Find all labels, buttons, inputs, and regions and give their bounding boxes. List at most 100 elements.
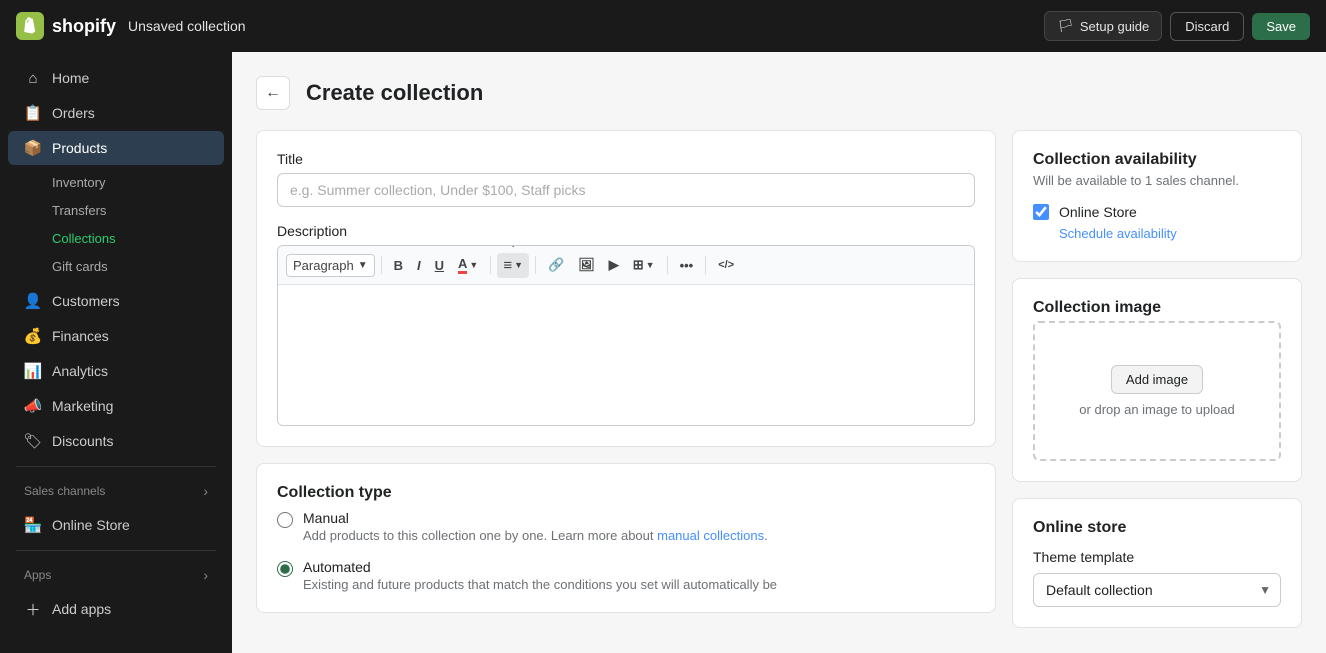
theme-template-select[interactable]: Default collection bbox=[1033, 573, 1281, 607]
table-button[interactable]: ⊞ ▼ bbox=[627, 253, 661, 277]
add-apps-icon: ＋ bbox=[24, 600, 42, 618]
shopify-logo-icon bbox=[16, 12, 44, 40]
sidebar-item-finances[interactable]: 💰 Finances bbox=[8, 319, 224, 353]
topbar-left: shopify Unsaved collection bbox=[16, 12, 246, 40]
sidebar-item-discounts[interactable]: 🏷 Discounts bbox=[8, 424, 224, 458]
manual-radio[interactable] bbox=[277, 512, 293, 528]
online-store-card-title: Online store bbox=[1033, 519, 1281, 537]
sidebar-item-add-apps[interactable]: ＋ Add apps bbox=[8, 592, 224, 626]
sidebar-item-orders[interactable]: 📋 Orders bbox=[8, 96, 224, 130]
more-button[interactable]: ••• bbox=[674, 254, 700, 277]
paragraph-select[interactable]: Paragraph ▼ bbox=[286, 254, 375, 277]
content-side: Collection availability Will be availabl… bbox=[1012, 130, 1302, 628]
manual-collections-link[interactable]: manual collections bbox=[657, 528, 764, 543]
image-upload-area[interactable]: Add image or drop an image to upload bbox=[1033, 321, 1281, 461]
back-button[interactable]: ← bbox=[256, 76, 290, 110]
home-icon: ⌂ bbox=[24, 69, 42, 87]
sidebar-item-analytics[interactable]: 📊 Analytics bbox=[8, 354, 224, 388]
toolbar-sep-1 bbox=[381, 256, 382, 274]
topbar: shopify Unsaved collection 🏳 Setup guide… bbox=[0, 0, 1326, 52]
video-icon: ▶ bbox=[609, 257, 619, 273]
toolbar-sep-5 bbox=[705, 256, 706, 274]
save-button[interactable]: Save bbox=[1252, 13, 1310, 40]
schedule-availability-link[interactable]: Schedule availability bbox=[1059, 226, 1177, 241]
sales-channels-label: Sales channels bbox=[24, 484, 105, 498]
apps-expand-icon: › bbox=[203, 567, 208, 583]
collection-type-radio-group: Manual Add products to this collection o… bbox=[277, 506, 975, 592]
underline-button[interactable]: U bbox=[429, 254, 450, 277]
sidebar-item-finances-label: Finances bbox=[52, 328, 109, 344]
online-store-card: Online store Theme template Default coll… bbox=[1012, 498, 1302, 628]
sidebar-item-customers[interactable]: 👤 Customers bbox=[8, 284, 224, 318]
sidebar-item-marketing-label: Marketing bbox=[52, 398, 113, 414]
discard-button[interactable]: Discard bbox=[1170, 12, 1244, 41]
page-header: ← Create collection bbox=[256, 76, 1302, 110]
sidebar-item-transfers[interactable]: Transfers bbox=[8, 197, 224, 224]
finances-icon: 💰 bbox=[24, 327, 42, 345]
add-image-button[interactable]: Add image bbox=[1111, 365, 1203, 394]
automated-radio[interactable] bbox=[277, 561, 293, 577]
description-editor: Paragraph ▼ B I U A ▼ Alignmen bbox=[277, 245, 975, 426]
image-button[interactable]: 🖼 bbox=[572, 253, 601, 277]
toolbar-sep-2 bbox=[490, 256, 491, 274]
editor-toolbar: Paragraph ▼ B I U A ▼ Alignmen bbox=[278, 246, 974, 285]
transfers-label: Transfers bbox=[52, 203, 106, 218]
color-button[interactable]: A ▼ bbox=[452, 252, 484, 278]
manual-radio-content: Manual Add products to this collection o… bbox=[303, 510, 768, 543]
online-store-checkbox[interactable] bbox=[1033, 204, 1049, 220]
description-label: Description bbox=[277, 223, 975, 239]
sidebar-apps-section[interactable]: Apps › bbox=[8, 559, 224, 591]
flag-icon: 🏳 bbox=[1057, 18, 1074, 34]
sidebar-item-discounts-label: Discounts bbox=[52, 433, 113, 449]
automated-radio-label: Automated bbox=[303, 559, 777, 575]
collections-label: Collections bbox=[52, 231, 116, 246]
align-icon: ≡ bbox=[503, 257, 512, 274]
title-label: Title bbox=[277, 151, 975, 167]
setup-guide-button[interactable]: 🏳 Setup guide bbox=[1044, 11, 1162, 41]
paragraph-label: Paragraph bbox=[293, 258, 354, 273]
sidebar-item-gift-cards[interactable]: Gift cards bbox=[8, 253, 224, 280]
sidebar-item-customers-label: Customers bbox=[52, 293, 120, 309]
automated-radio-desc: Existing and future products that match … bbox=[303, 577, 777, 592]
orders-icon: 📋 bbox=[24, 104, 42, 122]
italic-button[interactable]: I bbox=[411, 254, 427, 277]
code-button[interactable]: </> bbox=[712, 255, 740, 275]
upload-hint: or drop an image to upload bbox=[1079, 402, 1234, 417]
sidebar-divider-2 bbox=[16, 550, 216, 551]
sidebar-item-online-store[interactable]: 🏪 Online Store bbox=[8, 508, 224, 542]
video-button[interactable]: ▶ bbox=[603, 253, 625, 277]
shopify-logo[interactable]: shopify bbox=[16, 12, 116, 40]
products-icon: 📦 bbox=[24, 139, 42, 157]
manual-radio-label: Manual bbox=[303, 510, 768, 526]
bold-button[interactable]: B bbox=[388, 254, 409, 277]
discounts-icon: 🏷 bbox=[24, 432, 42, 450]
collection-type-card: Collection type Manual Add products to t… bbox=[256, 463, 996, 613]
sidebar: ⌂ Home 📋 Orders 📦 Products Inventory Tra… bbox=[0, 52, 232, 653]
page-title: Create collection bbox=[306, 80, 483, 106]
description-editor-body[interactable] bbox=[278, 285, 974, 425]
sales-channels-expand-icon: › bbox=[203, 483, 208, 499]
align-button[interactable]: Alignment ≡ ▼ bbox=[497, 253, 529, 278]
link-button[interactable]: 🔗 bbox=[542, 253, 570, 277]
sidebar-item-inventory[interactable]: Inventory bbox=[8, 169, 224, 196]
sidebar-item-products-label: Products bbox=[52, 140, 107, 156]
color-label: A bbox=[458, 256, 467, 274]
sidebar-item-online-store-label: Online Store bbox=[52, 517, 130, 533]
content-main: Title Description Paragraph ▼ B I U bbox=[256, 130, 996, 613]
sidebar-divider-1 bbox=[16, 466, 216, 467]
align-chevron-icon: ▼ bbox=[514, 260, 523, 270]
theme-template-label: Theme template bbox=[1033, 549, 1281, 565]
topbar-page-title: Unsaved collection bbox=[128, 18, 246, 34]
sidebar-item-products[interactable]: 📦 Products bbox=[8, 131, 224, 165]
paragraph-chevron-icon: ▼ bbox=[358, 260, 368, 271]
link-icon: 🔗 bbox=[548, 257, 564, 273]
sidebar-sales-channels-section[interactable]: Sales channels › bbox=[8, 475, 224, 507]
sidebar-item-home[interactable]: ⌂ Home bbox=[8, 61, 224, 95]
sidebar-item-collections[interactable]: Collections bbox=[8, 225, 224, 252]
title-input[interactable] bbox=[277, 173, 975, 207]
sidebar-item-marketing[interactable]: 📣 Marketing bbox=[8, 389, 224, 423]
sidebar-item-home-label: Home bbox=[52, 70, 89, 86]
availability-subtitle: Will be available to 1 sales channel. bbox=[1033, 173, 1281, 188]
theme-template-select-wrapper: Default collection ▼ bbox=[1033, 573, 1281, 607]
collection-type-title: Collection type bbox=[277, 484, 975, 502]
